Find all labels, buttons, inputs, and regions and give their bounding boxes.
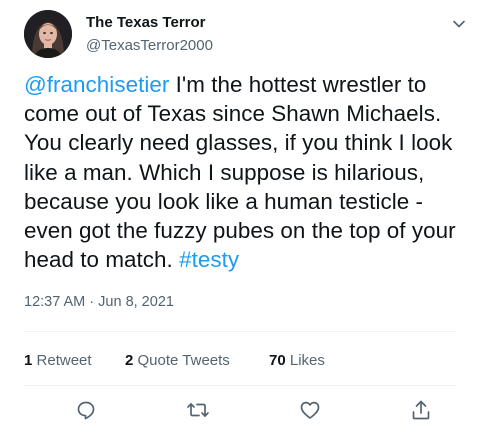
chevron-down-icon <box>453 20 465 28</box>
likes-count: 70 <box>269 352 286 369</box>
reply-button[interactable] <box>74 398 98 422</box>
tweet-time[interactable]: 12:37 AM <box>24 294 85 310</box>
retweet-icon <box>187 403 209 417</box>
more-options-button[interactable] <box>449 14 469 34</box>
mention-link[interactable]: @franchisetier <box>24 72 169 97</box>
share-icon <box>412 400 430 420</box>
like-icon <box>300 401 320 419</box>
author-name[interactable]: The Texas Terror <box>86 14 206 31</box>
tweet-date[interactable]: Jun 8, 2021 <box>98 294 174 310</box>
likes-label: Likes <box>289 352 325 369</box>
reply-icon <box>77 401 95 420</box>
avatar[interactable] <box>24 10 72 58</box>
retweet-button[interactable] <box>186 398 210 422</box>
retweets-count: 1 <box>24 352 33 369</box>
divider <box>24 385 456 386</box>
timestamp: 12:37 AM · Jun 8, 2021 <box>24 294 174 310</box>
author-handle[interactable]: @TexasTerror2000 <box>86 37 213 54</box>
retweets-label: Retweet <box>36 352 92 369</box>
divider <box>24 331 456 332</box>
quotes-count: 2 <box>125 352 134 369</box>
retweets-stat[interactable]: 1 Retweet <box>24 352 92 369</box>
quote-tweets-stat[interactable]: 2 Quote Tweets <box>125 352 230 369</box>
share-button[interactable] <box>409 398 433 422</box>
tweet: The Texas Terror @TexasTerror2000 @franc… <box>0 0 480 435</box>
tweet-body: I'm the hottest wrestler to come out of … <box>24 72 456 273</box>
quotes-label: Quote Tweets <box>137 352 230 369</box>
hashtag-link[interactable]: #testy <box>179 247 239 272</box>
like-button[interactable] <box>298 398 322 422</box>
timestamp-separator: · <box>85 294 99 310</box>
avatar-image <box>24 10 72 58</box>
tweet-text: @franchisetier I'm the hottest wrestler … <box>24 70 469 274</box>
likes-stat[interactable]: 70 Likes <box>269 352 325 369</box>
